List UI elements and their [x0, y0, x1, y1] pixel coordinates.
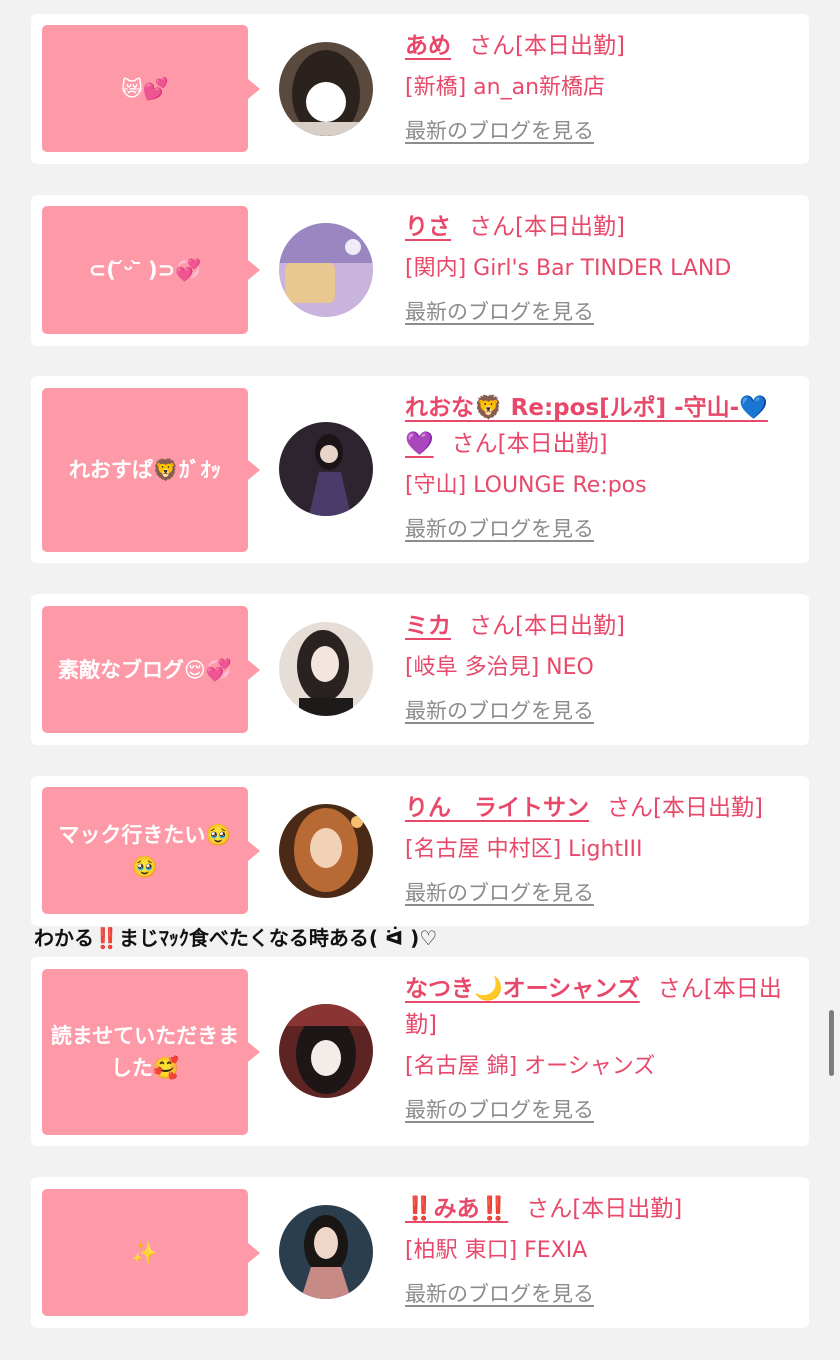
blog-card: れおすぱ🦁ｶﾞｵｯ れおな🦁 Re:pos[ルポ] -守山-💙 💜 さん[本日出勤… — [31, 376, 809, 563]
attendance-status: さん[本日出勤] — [469, 613, 625, 639]
reaction-bubble: 読ませていただきました🥰 — [42, 969, 260, 1135]
overlay-comment: わかる‼️まじﾏｯｸ食べたくなる時ある( ᐛ )♡ — [34, 926, 438, 950]
reaction-bubble: 素敵なブログ😌💞 — [42, 606, 260, 733]
avatar[interactable] — [279, 1205, 373, 1299]
shop-label: [守山] LOUNGE Re:pos — [405, 473, 647, 498]
attendance-status: さん[本日出勤] — [469, 214, 625, 240]
latest-blog-link[interactable]: 最新のブログを見る — [405, 696, 594, 726]
latest-blog-link[interactable]: 最新のブログを見る — [405, 1279, 594, 1309]
scrollbar[interactable] — [829, 1010, 834, 1076]
avatar[interactable] — [279, 422, 373, 516]
name-line: ‼️みあ‼️ さん[本日出勤] — [405, 1191, 789, 1227]
shop-label: [名古屋 中村区] LightIII — [405, 837, 643, 862]
girl-name-link-continued[interactable]: 💜 — [405, 431, 434, 457]
attendance-status: さん[本日出勤] — [526, 1196, 683, 1222]
girl-name-link[interactable]: れおな🦁 Re:pos[ルポ] -守山-💙 — [405, 395, 768, 421]
latest-blog-link[interactable]: 最新のブログを見る — [405, 297, 594, 327]
shop-label: [名古屋 錦] オーシャンズ — [405, 1054, 656, 1079]
shop-label: [柏駅 東口] FEXIA — [405, 1238, 588, 1263]
latest-blog-link[interactable]: 最新のブログを見る — [405, 116, 594, 146]
girl-name-link[interactable]: なつき🌙オーシャンズ — [405, 976, 640, 1002]
shop-label: [新橋] an_an新橋店 — [405, 75, 606, 100]
name-line: りさ さん[本日出勤] — [405, 209, 789, 245]
blog-card: 読ませていただきました🥰 なつき🌙オーシャンズ さん[本日出勤] [名古屋 錦] … — [31, 957, 809, 1146]
blog-card: マック行きたい🥹🥹 りん ライトサン さん[本日出勤] [名古屋 中村区] Lig… — [31, 776, 809, 926]
attendance-status: さん[本日出勤] — [469, 33, 625, 59]
blog-card: ✨ ‼️みあ‼️ さん[本日出勤] [柏駅 東口] FEXIA 最新のブログを見る — [31, 1177, 809, 1328]
attendance-status: さん[本日出勤] — [607, 795, 763, 821]
avatar[interactable] — [279, 622, 373, 716]
girl-name-link[interactable]: りさ — [405, 214, 451, 240]
avatar[interactable] — [279, 1004, 373, 1098]
avatar[interactable] — [279, 223, 373, 317]
avatar[interactable] — [279, 804, 373, 898]
latest-blog-link[interactable]: 最新のブログを見る — [405, 514, 594, 544]
girl-name-link[interactable]: あめ — [405, 33, 451, 59]
latest-blog-link[interactable]: 最新のブログを見る — [405, 878, 594, 908]
name-line: ミカ さん[本日出勤] — [405, 608, 789, 644]
blog-card: 😿💕 あめ さん[本日出勤] [新橋] an_an新橋店 最新のブログを見る — [31, 14, 809, 164]
shop-label: [岐阜 多治見] NEO — [405, 655, 594, 680]
girl-name-link[interactable]: ミカ — [405, 613, 451, 639]
girl-name-link[interactable]: りん ライトサン — [405, 795, 589, 821]
latest-blog-link[interactable]: 最新のブログを見る — [405, 1095, 594, 1125]
shop-label: [関内] Girl's Bar TINDER LAND — [405, 256, 732, 281]
reaction-bubble: 😿💕 — [42, 25, 260, 152]
girl-name-link[interactable]: ‼️みあ‼️ — [405, 1196, 508, 1222]
reaction-bubble: ⊂( ᷄ᵕ ᷅ )⊃💞 — [42, 206, 260, 334]
blog-card: 素敵なブログ😌💞 ミカ さん[本日出勤] [岐阜 多治見] NEO 最新のブログを… — [31, 594, 809, 745]
reaction-bubble: れおすぱ🦁ｶﾞｵｯ — [42, 388, 260, 552]
name-line: れおな🦁 Re:pos[ルポ] -守山-💙 💜 さん[本日出勤] — [405, 390, 789, 462]
attendance-status: さん[本日出勤] — [451, 431, 608, 457]
reaction-bubble: マック行きたい🥹🥹 — [42, 787, 260, 914]
blog-card: ⊂( ᷄ᵕ ᷅ )⊃💞 りさ さん[本日出勤] [関内] Girl's Bar T… — [31, 195, 809, 346]
name-line: なつき🌙オーシャンズ さん[本日出勤] — [405, 971, 789, 1043]
name-line: りん ライトサン さん[本日出勤] — [405, 790, 789, 826]
reaction-bubble: ✨ — [42, 1189, 260, 1316]
name-line: あめ さん[本日出勤] — [405, 28, 789, 64]
avatar[interactable] — [279, 42, 373, 136]
